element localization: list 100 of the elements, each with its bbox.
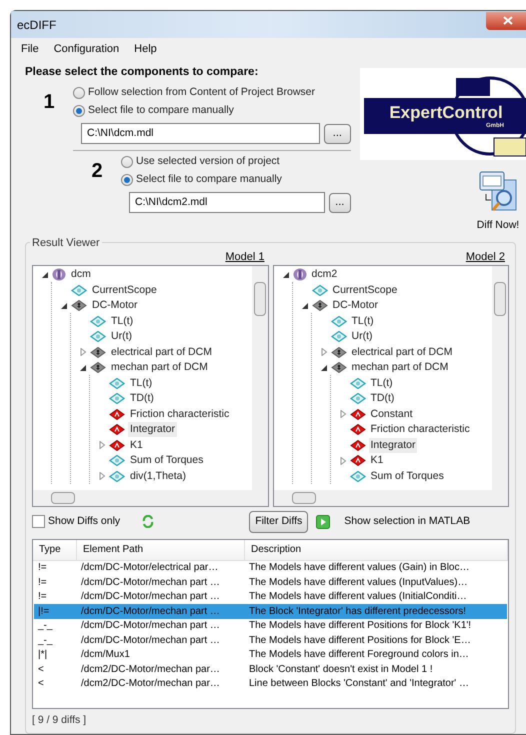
table-row[interactable]: _-_ /dcm/DC-Motor/mechan part … The Models have different Positions for Block 'E… <box>34 633 507 648</box>
tree-item[interactable]: CurrentScope <box>330 282 400 298</box>
close-icon <box>503 16 513 25</box>
tree-item[interactable]: CurrentScope <box>90 282 159 298</box>
checkbox[interactable] <box>32 515 45 528</box>
table-cell-text: The Models have different values (InputValues)… <box>248 576 469 590</box>
collapsed-arrow-icon[interactable] <box>338 410 346 418</box>
tree-item[interactable]: div(1,Theta) <box>128 468 188 484</box>
horizontal-scrollbar[interactable] <box>33 490 268 506</box>
tree-item[interactable]: Ur(t) <box>350 329 374 344</box>
collapsed-arrow-icon[interactable] <box>320 348 328 356</box>
close-button[interactable] <box>486 12 526 30</box>
table-row[interactable]: |*| /dcm/Mux1 The Models have different Foreground colors in… <box>34 648 507 662</box>
column-header[interactable]: Element Path <box>77 540 245 560</box>
tree-item[interactable]: Ur(t) <box>109 329 134 344</box>
tree-item[interactable]: K1 <box>368 453 386 468</box>
file-path-field[interactable]: C:\NI\dcm2.mdl <box>129 192 325 214</box>
radio-button[interactable] <box>121 156 133 168</box>
block-icon <box>330 316 346 326</box>
block-icon <box>109 393 125 404</box>
table-cell-text: The Models have different Positions for Block 'K1'! <box>248 619 472 633</box>
table-cell-text: Block 'Constant' doesn't exist in Model 1 ! <box>248 662 434 676</box>
expanded-arrow-icon[interactable] <box>60 302 68 310</box>
tree-item[interactable]: Sum of Torques <box>368 468 446 484</box>
expanded-arrow-icon[interactable] <box>320 364 328 372</box>
table-row[interactable]: < /dcm2/DC-Motor/mechan par… Line between Blocks 'Constant' and 'Integrator' … <box>34 676 507 692</box>
table-cell-text: /dcm/DC-Motor/mechan part … <box>80 590 221 604</box>
table-cell-text: The Models have different values (InitialConditi… <box>248 590 468 604</box>
tree-item[interactable]: K1 <box>128 438 145 452</box>
tree-item[interactable]: dcm2 <box>310 267 340 282</box>
block-icon <box>90 331 106 342</box>
horizontal-scrollbar[interactable] <box>274 490 508 506</box>
browse-button[interactable]: ... <box>324 124 351 144</box>
tree-item[interactable]: mechan part of DCM <box>350 360 450 375</box>
column-header[interactable]: Description <box>245 540 508 560</box>
tree-item[interactable]: TD(t) <box>128 391 156 406</box>
menu-item[interactable]: Configuration <box>54 40 120 58</box>
vertical-scrollbar[interactable] <box>492 266 508 490</box>
changed-block-icon <box>350 455 366 466</box>
changed-block-icon <box>109 424 125 435</box>
tree-item[interactable]: mechan part of DCM <box>109 360 210 375</box>
table-row[interactable]: |!= /dcm/DC-Motor/mechan part … The Block 'Integrator' has different predecessors! <box>34 604 507 619</box>
tree-item[interactable]: TL(t) <box>128 376 154 390</box>
subsystem-icon <box>90 346 106 358</box>
radio-button[interactable] <box>121 174 133 186</box>
expanded-arrow-icon[interactable] <box>79 364 87 372</box>
tree-item[interactable]: Friction characteristic <box>128 406 232 422</box>
table-cell-text: != <box>37 590 48 604</box>
model-icon <box>292 268 306 281</box>
browse-button[interactable]: ... <box>328 192 351 213</box>
filter-diffs-button[interactable]: Filter Diffs <box>249 510 308 533</box>
changed-block-icon <box>350 440 366 450</box>
collapsed-arrow-icon[interactable] <box>338 456 346 464</box>
tree-item[interactable]: electrical part of DCM <box>109 344 214 360</box>
collapsed-arrow-icon[interactable] <box>98 472 106 480</box>
table-row[interactable]: != /dcm/DC-Motor/mechan part … The Models have different values (InitialConditi… <box>34 590 507 604</box>
block-icon <box>109 455 125 466</box>
expanded-arrow-icon[interactable] <box>282 270 290 278</box>
table-cell-text: _-_ <box>36 619 54 633</box>
radio-button[interactable] <box>73 87 85 100</box>
tree-item[interactable]: Constant <box>368 406 415 422</box>
tree-item[interactable]: Integrator <box>368 438 418 452</box>
tree-item[interactable]: DC-Motor <box>330 298 380 313</box>
tree-item[interactable]: DC-Motor <box>90 298 140 313</box>
tree-item[interactable]: TL(t) <box>109 314 136 328</box>
tree-item[interactable]: Friction characteristic <box>368 422 472 437</box>
column-header[interactable]: Type <box>33 540 77 560</box>
refresh-icon[interactable] <box>142 515 154 528</box>
table-cell-text: /dcm2/DC-Motor/mechan par… <box>80 662 221 676</box>
diff-now-button[interactable]: Diff Now! <box>474 170 522 234</box>
tree-item[interactable]: TL(t) <box>350 314 376 328</box>
radio-label: Follow selection from Content of Project Browser <box>88 85 316 100</box>
block-icon <box>71 284 87 296</box>
changed-block-icon <box>109 440 125 450</box>
collapsed-arrow-icon[interactable] <box>98 441 106 449</box>
table-row[interactable]: < /dcm2/DC-Motor/mechan par… Block 'Constant' doesn't exist in Model 1 ! <box>34 662 507 677</box>
vertical-scrollbar[interactable] <box>252 266 268 490</box>
collapsed-arrow-icon[interactable] <box>79 348 87 356</box>
expanded-arrow-icon[interactable] <box>300 302 308 310</box>
table-row[interactable]: != /dcm/DC-Motor/mechan part … The Models have different values (InputValues)… <box>34 575 507 590</box>
tree-item[interactable]: electrical part of DCM <box>350 344 454 360</box>
block-icon <box>109 470 125 482</box>
tree-item[interactable]: Integrator <box>128 422 177 437</box>
menu-item[interactable]: Help <box>134 40 157 58</box>
tree-item[interactable]: TD(t) <box>368 391 396 406</box>
file-path-field[interactable]: C:\NI\dcm.mdl <box>81 123 320 144</box>
table-cell-text: /dcm/DC-Motor/electrical par… <box>80 561 220 575</box>
play-icon[interactable] <box>316 514 330 529</box>
tree-item[interactable]: dcm <box>69 267 93 282</box>
model-icon <box>52 268 66 281</box>
changed-block-icon <box>350 408 366 420</box>
radio-label: Select file to compare manually <box>136 172 282 188</box>
menu-item[interactable]: File <box>21 40 39 58</box>
tree-item[interactable]: Sum of Torques <box>128 453 206 468</box>
radio-button[interactable] <box>73 105 85 118</box>
checkbox-label: Show Diffs only <box>48 514 120 529</box>
expanded-arrow-icon[interactable] <box>41 270 49 278</box>
table-row[interactable]: _-_ /dcm/DC-Motor/mechan part … The Models have different Positions for Block 'K1'! <box>34 618 507 634</box>
table-row[interactable]: != /dcm/DC-Motor/electrical par… The Models have different values (Gain) in Bloc… <box>34 560 507 576</box>
tree-item[interactable]: TL(t) <box>368 376 395 390</box>
